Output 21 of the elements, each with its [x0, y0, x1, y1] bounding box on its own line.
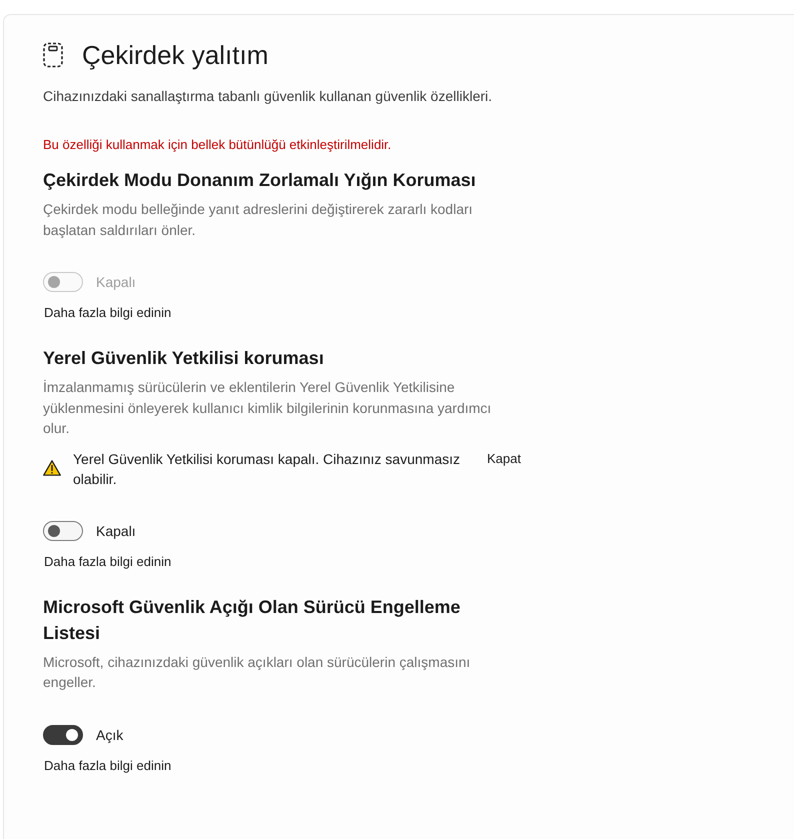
toggle-state-label: Açık [96, 726, 124, 744]
warning-icon [43, 460, 61, 476]
toggle-switch[interactable] [43, 520, 83, 540]
requirement-notice: Bu özelliği kullanmak için bellek bütünlüğü etkinleştirilmelidir. [43, 136, 392, 154]
toggle-state-label: Kapalı [96, 273, 136, 292]
dashed-device-icon [43, 42, 63, 68]
section-heading: Yerel Güvenlik Yetkilisi koruması [43, 347, 325, 370]
page-description: Cihazınızdaki sanallaştırma tabanlı güvenlik kullanan güvenlik özellikleri. [43, 87, 494, 106]
learn-more-link[interactable]: Daha fazla bilgi edinin [44, 303, 172, 323]
section-description: Microsoft, cihazınızdaki güvenlik açıkları olan sürücülerin çalışmasını engeller. [43, 652, 472, 692]
learn-more-link[interactable]: Daha fazla bilgi edinin [44, 552, 172, 572]
learn-more-link[interactable]: Daha fazla bilgi edinin [44, 756, 172, 776]
section-description: İmzalanmamış sürücülerin ve eklentilerin Yerel Güvenlik Yetkilisine yüklenmesini önleyerek kullanıcı kimlik bilgilerinin korunmasına yardımcı olur. [43, 378, 492, 438]
page-title: Çekirdek yalıtım [82, 39, 268, 71]
toggle-switch[interactable] [43, 724, 83, 744]
section-description: Çekirdek modu belleğinde yanıt adreslerini değiştirerek zararlı kodları başlatan saldırıları önler. [43, 200, 474, 240]
warning-message: Yerel Güvenlik Yetkilisi koruması kapalı. Cihazınız savunmasız olabilir. [73, 450, 461, 488]
section-heading: Microsoft Güvenlik Açığı Olan Sürücü Engelleme Listesi [43, 596, 462, 644]
section-heading: Çekirdek Modu Donanım Zorlamalı Yığın Koruması [43, 169, 477, 192]
dismiss-button[interactable]: Kapat [487, 448, 521, 468]
toggle-state-label: Kapalı [96, 522, 136, 540]
